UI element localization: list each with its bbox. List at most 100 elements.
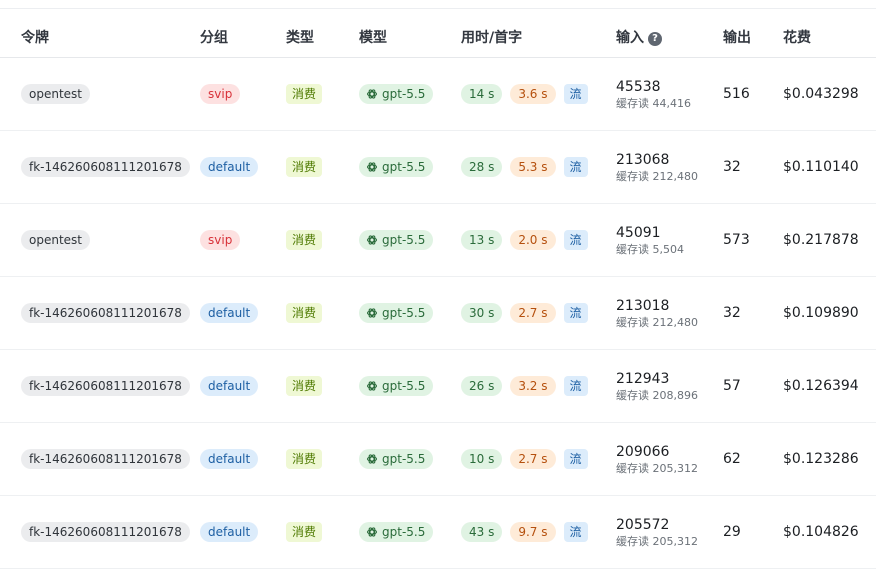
column-header-time[interactable]: 用时/首字 xyxy=(461,9,522,57)
model-name: gpt-5.5 xyxy=(382,525,426,539)
model-name: gpt-5.5 xyxy=(382,233,426,247)
input-tokens: 209066 xyxy=(616,443,670,460)
cost-value: $0.110140 xyxy=(783,159,859,175)
cost-value: $0.217878 xyxy=(783,232,859,248)
duration-tag: 43 s xyxy=(461,522,503,542)
token-tag[interactable]: fk-146260608111201678 xyxy=(21,376,190,396)
column-header-model[interactable]: 模型 xyxy=(359,9,387,57)
input-tokens: 45538 xyxy=(616,78,661,95)
model-name: gpt-5.5 xyxy=(382,306,426,320)
table-row[interactable]: opentest svip 消费 gpt-5.5 14 s 3.6 s 流 45… xyxy=(0,58,876,131)
model-tag[interactable]: gpt-5.5 xyxy=(359,157,434,177)
output-tokens: 32 xyxy=(723,159,741,175)
type-tag: 消费 xyxy=(286,376,323,396)
column-header-input[interactable]: 输入? xyxy=(616,9,662,57)
token-tag[interactable]: fk-146260608111201678 xyxy=(21,157,190,177)
cache-read-tokens: 缓存读 5,504 xyxy=(616,242,684,256)
cache-read-tokens: 缓存读 212,480 xyxy=(616,169,698,183)
table-row[interactable]: fk-146260608111201678 default 消费 gpt-5.5… xyxy=(0,277,876,350)
group-tag: svip xyxy=(200,230,241,250)
model-tag[interactable]: gpt-5.5 xyxy=(359,84,434,104)
cost-value: $0.109890 xyxy=(783,305,859,321)
cache-read-tokens: 缓存读 44,416 xyxy=(616,96,691,110)
model-name: gpt-5.5 xyxy=(382,452,426,466)
column-header-cost[interactable]: 花费 xyxy=(783,9,811,57)
column-header-output[interactable]: 输出 xyxy=(723,9,751,57)
type-tag: 消费 xyxy=(286,230,323,250)
type-tag: 消费 xyxy=(286,522,323,542)
group-tag: default xyxy=(200,157,259,177)
group-tag: default xyxy=(200,303,259,323)
type-tag: 消费 xyxy=(286,449,323,469)
input-tokens: 213068 xyxy=(616,151,670,168)
openai-icon xyxy=(366,454,378,464)
input-tokens: 212943 xyxy=(616,370,670,387)
token-tag[interactable]: opentest xyxy=(21,84,90,104)
table-header: 令牌 分组 类型 模型 用时/首字 输入? 输出 花费 xyxy=(0,9,876,58)
model-tag[interactable]: gpt-5.5 xyxy=(359,230,434,250)
stream-tag: 流 xyxy=(563,376,588,396)
openai-icon xyxy=(366,381,378,391)
stream-tag: 流 xyxy=(563,84,588,104)
column-header-group[interactable]: 分组 xyxy=(200,9,228,57)
table-row[interactable]: fk-146260608111201678 default 消费 gpt-5.5… xyxy=(0,350,876,423)
cost-value: $0.043298 xyxy=(783,86,859,102)
table-row[interactable]: fk-146260608111201678 default 消费 gpt-5.5… xyxy=(0,423,876,496)
duration-tag: 13 s xyxy=(461,230,503,250)
stream-tag: 流 xyxy=(563,230,588,250)
duration-tag: 28 s xyxy=(461,157,503,177)
first-token-tag: 2.7 s xyxy=(510,449,556,469)
group-tag: default xyxy=(200,449,259,469)
openai-icon xyxy=(366,527,378,537)
output-tokens: 32 xyxy=(723,305,741,321)
model-tag[interactable]: gpt-5.5 xyxy=(359,449,434,469)
type-tag: 消费 xyxy=(286,84,323,104)
cache-read-tokens: 缓存读 212,480 xyxy=(616,315,698,329)
output-tokens: 516 xyxy=(723,86,750,102)
group-tag: default xyxy=(200,376,259,396)
cache-read-tokens: 缓存读 205,312 xyxy=(616,461,698,475)
model-name: gpt-5.5 xyxy=(382,379,426,393)
first-token-tag: 3.2 s xyxy=(510,376,556,396)
input-tokens: 213018 xyxy=(616,297,670,314)
openai-icon xyxy=(366,235,378,245)
stream-tag: 流 xyxy=(563,449,588,469)
stream-tag: 流 xyxy=(563,522,588,542)
duration-tag: 14 s xyxy=(461,84,503,104)
output-tokens: 62 xyxy=(723,451,741,467)
input-tokens: 205572 xyxy=(616,516,670,533)
token-tag[interactable]: opentest xyxy=(21,230,90,250)
duration-tag: 30 s xyxy=(461,303,503,323)
first-token-tag: 9.7 s xyxy=(510,522,556,542)
input-tokens: 45091 xyxy=(616,224,661,241)
column-header-type[interactable]: 类型 xyxy=(286,9,314,57)
help-circle-icon[interactable]: ? xyxy=(648,32,662,46)
output-tokens: 573 xyxy=(723,232,750,248)
duration-tag: 26 s xyxy=(461,376,503,396)
model-tag[interactable]: gpt-5.5 xyxy=(359,303,434,323)
token-tag[interactable]: fk-146260608111201678 xyxy=(21,303,190,323)
type-tag: 消费 xyxy=(286,303,323,323)
cache-read-tokens: 缓存读 208,896 xyxy=(616,388,698,402)
group-tag: svip xyxy=(200,84,241,104)
table-row[interactable]: fk-146260608111201678 default 消费 gpt-5.5… xyxy=(0,131,876,204)
model-tag[interactable]: gpt-5.5 xyxy=(359,376,434,396)
token-tag[interactable]: fk-146260608111201678 xyxy=(21,449,190,469)
type-tag: 消费 xyxy=(286,157,323,177)
cost-value: $0.126394 xyxy=(783,378,859,394)
table-row[interactable]: opentest svip 消费 gpt-5.5 13 s 2.0 s 流 45… xyxy=(0,204,876,277)
first-token-tag: 3.6 s xyxy=(510,84,556,104)
output-tokens: 57 xyxy=(723,378,741,394)
first-token-tag: 2.0 s xyxy=(510,230,556,250)
token-tag[interactable]: fk-146260608111201678 xyxy=(21,522,190,542)
first-token-tag: 5.3 s xyxy=(510,157,556,177)
table-row[interactable]: fk-146260608111201678 default 消费 gpt-5.5… xyxy=(0,496,876,569)
model-tag[interactable]: gpt-5.5 xyxy=(359,522,434,542)
model-name: gpt-5.5 xyxy=(382,87,426,101)
openai-icon xyxy=(366,89,378,99)
cost-value: $0.123286 xyxy=(783,451,859,467)
output-tokens: 29 xyxy=(723,524,741,540)
column-header-input-label: 输入 xyxy=(616,30,644,46)
column-header-token[interactable]: 令牌 xyxy=(21,9,49,57)
stream-tag: 流 xyxy=(563,157,588,177)
